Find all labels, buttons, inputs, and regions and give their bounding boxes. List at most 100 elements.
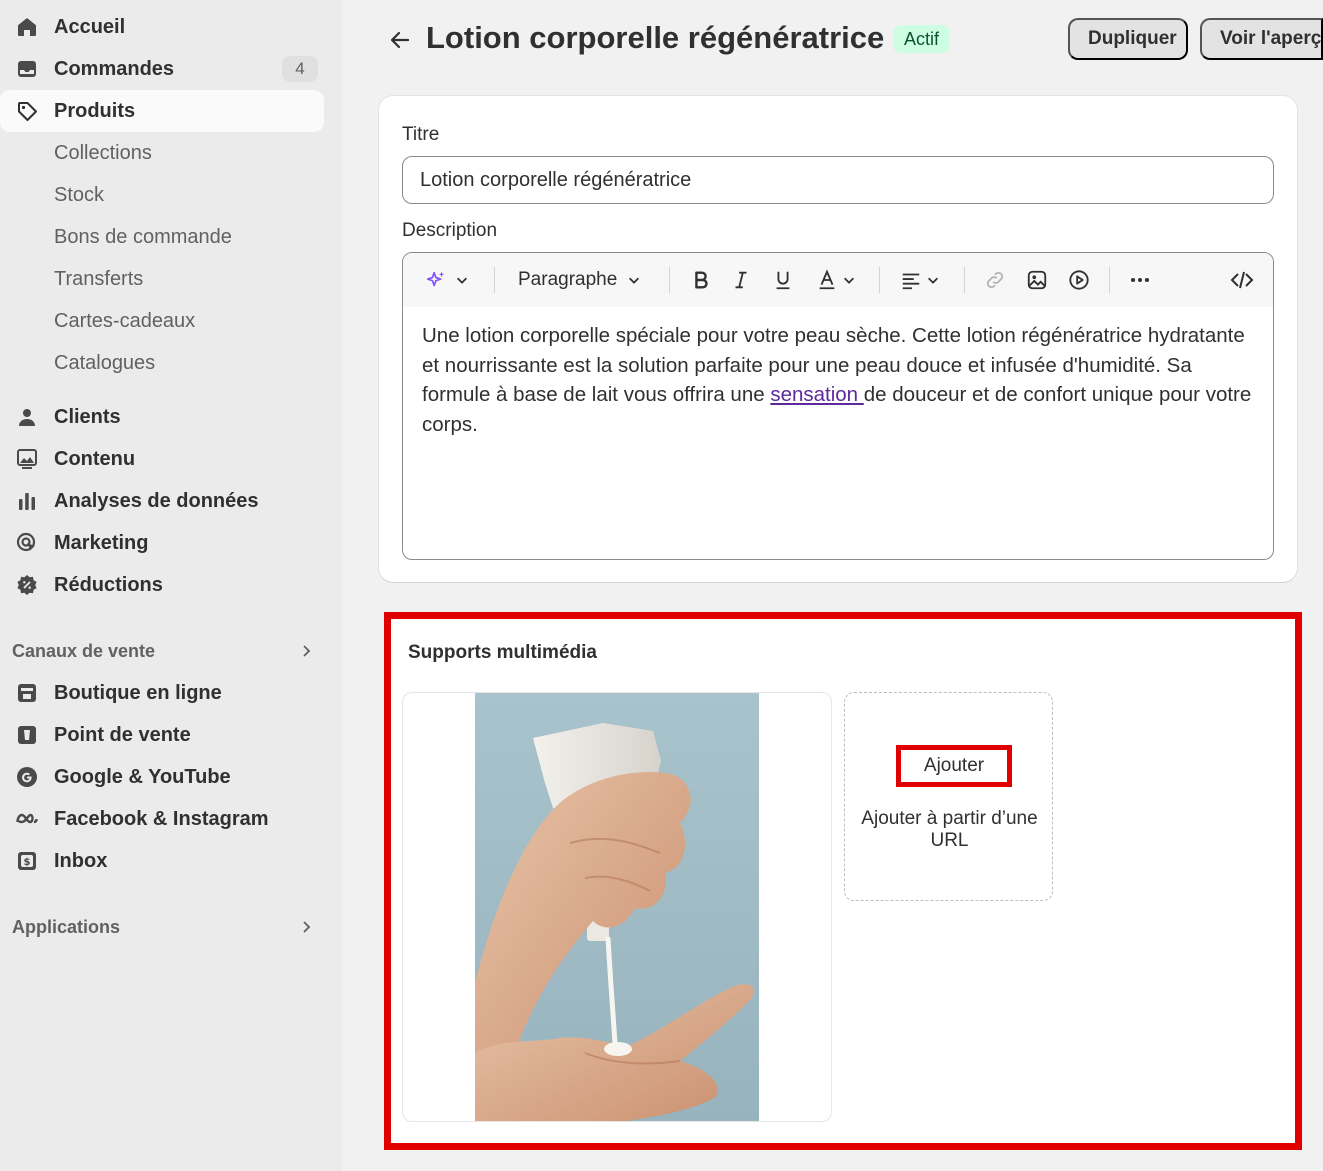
insert-image-button[interactable] bbox=[1022, 265, 1052, 295]
more-icon bbox=[1131, 278, 1149, 282]
add-from-url-link[interactable]: Ajouter à partir d’une URL bbox=[853, 808, 1046, 852]
chevron-right-icon bbox=[303, 921, 311, 933]
orders-count-badge: 4 bbox=[282, 56, 318, 82]
applications-header[interactable]: Applications bbox=[0, 912, 324, 942]
sidebar-item-label: Accueil bbox=[54, 15, 126, 38]
image-icon bbox=[14, 447, 40, 471]
sidebar-item-content[interactable]: Contenu bbox=[0, 438, 324, 480]
sidebar-subitem-transfers[interactable]: Transferts bbox=[0, 258, 324, 300]
preview-button[interactable]: Voir l'aperçu bbox=[1200, 18, 1323, 60]
bold-button[interactable] bbox=[686, 265, 716, 295]
description-editor: Paragraphe Une lotion corporelle spécial… bbox=[402, 252, 1274, 560]
magic-button[interactable] bbox=[421, 265, 473, 295]
insert-link-button[interactable] bbox=[980, 265, 1010, 295]
arrow-left-icon bbox=[390, 31, 410, 49]
media-drop-zone[interactable]: Ajouter Ajouter à partir d’une URL bbox=[844, 692, 1053, 901]
sidebar-item-label: Contenu bbox=[54, 447, 136, 470]
sidebar-subitem-collections[interactable]: Collections bbox=[0, 132, 324, 174]
sidebar-item-label: Analyses de données bbox=[54, 489, 259, 512]
duplicate-button[interactable]: Dupliquer bbox=[1068, 18, 1188, 60]
svg-text:$: $ bbox=[24, 857, 31, 868]
chevron-down-icon bbox=[844, 277, 854, 284]
sidebar-item-home[interactable]: Accueil bbox=[0, 6, 324, 48]
insert-video-button[interactable] bbox=[1064, 265, 1094, 295]
sidebar-item-inbox[interactable]: $ Inbox bbox=[0, 840, 324, 882]
sidebar-subitem-stock[interactable]: Stock bbox=[0, 174, 324, 216]
paragraph-format-dropdown[interactable]: Paragraphe bbox=[518, 265, 648, 295]
chevron-down-icon bbox=[629, 277, 640, 284]
toolbar-divider bbox=[494, 267, 495, 293]
description-label: Description bbox=[402, 220, 498, 241]
sidebar-item-label: Stock bbox=[54, 183, 105, 206]
toolbar-divider bbox=[1109, 267, 1110, 293]
sidebar-item-google-youtube[interactable]: Google & YouTube bbox=[0, 756, 324, 798]
sidebar-item-label: Cartes-cadeaux bbox=[54, 309, 196, 332]
sidebar-subitem-catalogs[interactable]: Catalogues bbox=[0, 342, 324, 384]
toolbar-divider bbox=[879, 267, 880, 293]
sidebar-item-point-of-sale[interactable]: Point de vente bbox=[0, 714, 324, 756]
sidebar-item-label: Facebook & Instagram bbox=[54, 807, 269, 830]
pos-icon bbox=[14, 723, 40, 747]
home-icon bbox=[14, 15, 40, 39]
sidebar-item-discounts[interactable]: Réductions bbox=[0, 564, 324, 606]
google-icon bbox=[14, 765, 40, 789]
sidebar-item-customers[interactable]: Clients bbox=[0, 396, 324, 438]
italic-button[interactable] bbox=[726, 265, 756, 295]
back-button[interactable] bbox=[384, 24, 416, 56]
title-input[interactable] bbox=[402, 156, 1274, 204]
align-icon bbox=[902, 273, 920, 290]
text-color-button[interactable] bbox=[813, 265, 859, 295]
sidebar-item-label: Inbox bbox=[54, 849, 108, 872]
sidebar-subitem-gift-cards[interactable]: Cartes-cadeaux bbox=[0, 300, 324, 342]
sidebar-item-label: Produits bbox=[54, 99, 136, 122]
toolbar-divider bbox=[964, 267, 965, 293]
section-label: Canaux de vente bbox=[12, 640, 156, 661]
meta-icon bbox=[14, 807, 40, 831]
sidebar-item-orders[interactable]: Commandes 4 bbox=[0, 48, 324, 90]
sidebar-item-products[interactable]: Produits bbox=[0, 90, 324, 132]
underline-button[interactable] bbox=[768, 265, 798, 295]
sidebar-item-label: Clients bbox=[54, 405, 121, 428]
media-section-title: Supports multimédia bbox=[408, 642, 597, 663]
sales-channels-header[interactable]: Canaux de vente bbox=[0, 636, 324, 666]
link-icon bbox=[986, 271, 1004, 289]
add-media-button[interactable]: Ajouter bbox=[896, 745, 1012, 787]
paragraph-format-label: Paragraphe bbox=[518, 269, 618, 290]
chevron-down-icon bbox=[457, 277, 467, 284]
sidebar-item-label: Réductions bbox=[54, 573, 163, 596]
italic-icon bbox=[735, 271, 747, 289]
sidebar-item-label: Bons de commande bbox=[54, 225, 232, 248]
page-title: Lotion corporelle régénératrice bbox=[426, 20, 885, 55]
bar-chart-icon bbox=[14, 489, 40, 513]
sidebar-subitem-purchase-orders[interactable]: Bons de commande bbox=[0, 216, 324, 258]
target-icon bbox=[14, 531, 40, 555]
status-badge: Actif bbox=[893, 25, 951, 53]
toolbar-divider bbox=[669, 267, 670, 293]
discount-icon bbox=[14, 573, 40, 597]
underline-icon bbox=[776, 271, 790, 290]
description-text[interactable]: Une lotion corporelle spéciale pour votr… bbox=[422, 321, 1252, 440]
html-code-button[interactable] bbox=[1227, 265, 1257, 295]
sidebar-item-label: Catalogues bbox=[54, 351, 156, 374]
sidebar-item-analytics[interactable]: Analyses de données bbox=[0, 480, 324, 522]
sidebar-item-label: Boutique en ligne bbox=[54, 681, 222, 704]
sidebar-item-marketing[interactable]: Marketing bbox=[0, 522, 324, 564]
section-label: Applications bbox=[12, 916, 121, 937]
tag-icon bbox=[14, 99, 40, 123]
sidebar-item-label: Collections bbox=[54, 141, 152, 164]
code-icon bbox=[1230, 271, 1254, 289]
store-icon bbox=[14, 681, 40, 705]
page-bottom-gap bbox=[386, 1152, 1298, 1171]
insert-image-icon bbox=[1027, 270, 1047, 290]
sidebar: Accueil Commandes 4 Produits Collections… bbox=[0, 0, 342, 1171]
magic-sparkle-icon bbox=[426, 271, 445, 287]
inbox-dollar-icon: $ bbox=[14, 849, 40, 873]
text-color-icon bbox=[819, 269, 835, 290]
product-image-tile[interactable] bbox=[402, 692, 832, 1122]
align-button[interactable] bbox=[897, 265, 943, 295]
description-link[interactable]: sensation bbox=[770, 383, 863, 406]
sidebar-item-facebook-instagram[interactable]: Facebook & Instagram bbox=[0, 798, 324, 840]
more-options-button[interactable] bbox=[1125, 265, 1155, 295]
sidebar-item-online-store[interactable]: Boutique en ligne bbox=[0, 672, 324, 714]
sidebar-item-label: Commandes bbox=[54, 57, 175, 80]
